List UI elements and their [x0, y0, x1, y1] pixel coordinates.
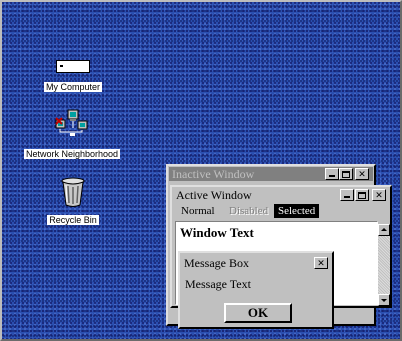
message-box-close-button[interactable]: ✕ [314, 257, 328, 269]
maximize-button[interactable] [339, 168, 353, 180]
network-neighborhood-label: Network Neighborhood [23, 149, 121, 159]
ok-button-label: OK [247, 305, 269, 320]
recycle-bin-label: Recycle Bin [47, 215, 99, 225]
close-icon: ✕ [375, 190, 383, 200]
message-box-titlebar[interactable]: Message Box [181, 256, 331, 270]
scroll-up-button[interactable] [378, 224, 390, 236]
close-icon: ✕ [317, 258, 325, 268]
close-icon: ✕ [358, 169, 366, 179]
arrow-down-icon [381, 299, 387, 302]
inactive-window-title: Inactive Window [172, 167, 255, 181]
arrow-up-icon [381, 228, 387, 231]
computer-icon [56, 60, 90, 73]
minimize-icon [329, 175, 335, 177]
close-button[interactable]: ✕ [372, 189, 386, 201]
network-icon [55, 109, 88, 136]
desktop-icon-recycle-bin[interactable]: Recycle Bin [40, 176, 106, 228]
maximize-icon [342, 171, 350, 178]
ok-button[interactable]: OK [224, 303, 292, 323]
menu-item-normal[interactable]: Normal [181, 204, 215, 218]
vertical-scrollbar[interactable] [378, 224, 390, 306]
desktop-icon-my-computer[interactable]: My Computer [39, 60, 107, 95]
menu-item-selected[interactable]: Selected [274, 204, 320, 218]
message-box-title: Message Box [184, 256, 249, 270]
maximize-icon [358, 192, 366, 199]
recycle-bin-icon [61, 177, 85, 207]
minimize-button[interactable] [325, 168, 339, 180]
desktop-icon-network-neighborhood[interactable]: Network Neighborhood [20, 108, 124, 162]
my-computer-label: My Computer [43, 82, 102, 92]
maximize-button[interactable] [355, 189, 369, 201]
scroll-down-button[interactable] [378, 294, 390, 306]
menu-bar: Normal Disabled Selected [173, 204, 389, 218]
minimize-icon [344, 196, 350, 198]
message-box[interactable]: Message Box ✕ Message Text OK [178, 251, 334, 329]
menu-item-disabled: Disabled [229, 205, 269, 217]
desktop[interactable]: My Computer Network Neighborhood Recycle… [2, 2, 400, 339]
window-text: Window Text [180, 225, 254, 240]
minimize-button[interactable] [340, 189, 354, 201]
message-text: Message Text [185, 277, 251, 291]
close-button[interactable]: ✕ [355, 168, 369, 180]
active-window-title: Active Window [176, 188, 252, 202]
